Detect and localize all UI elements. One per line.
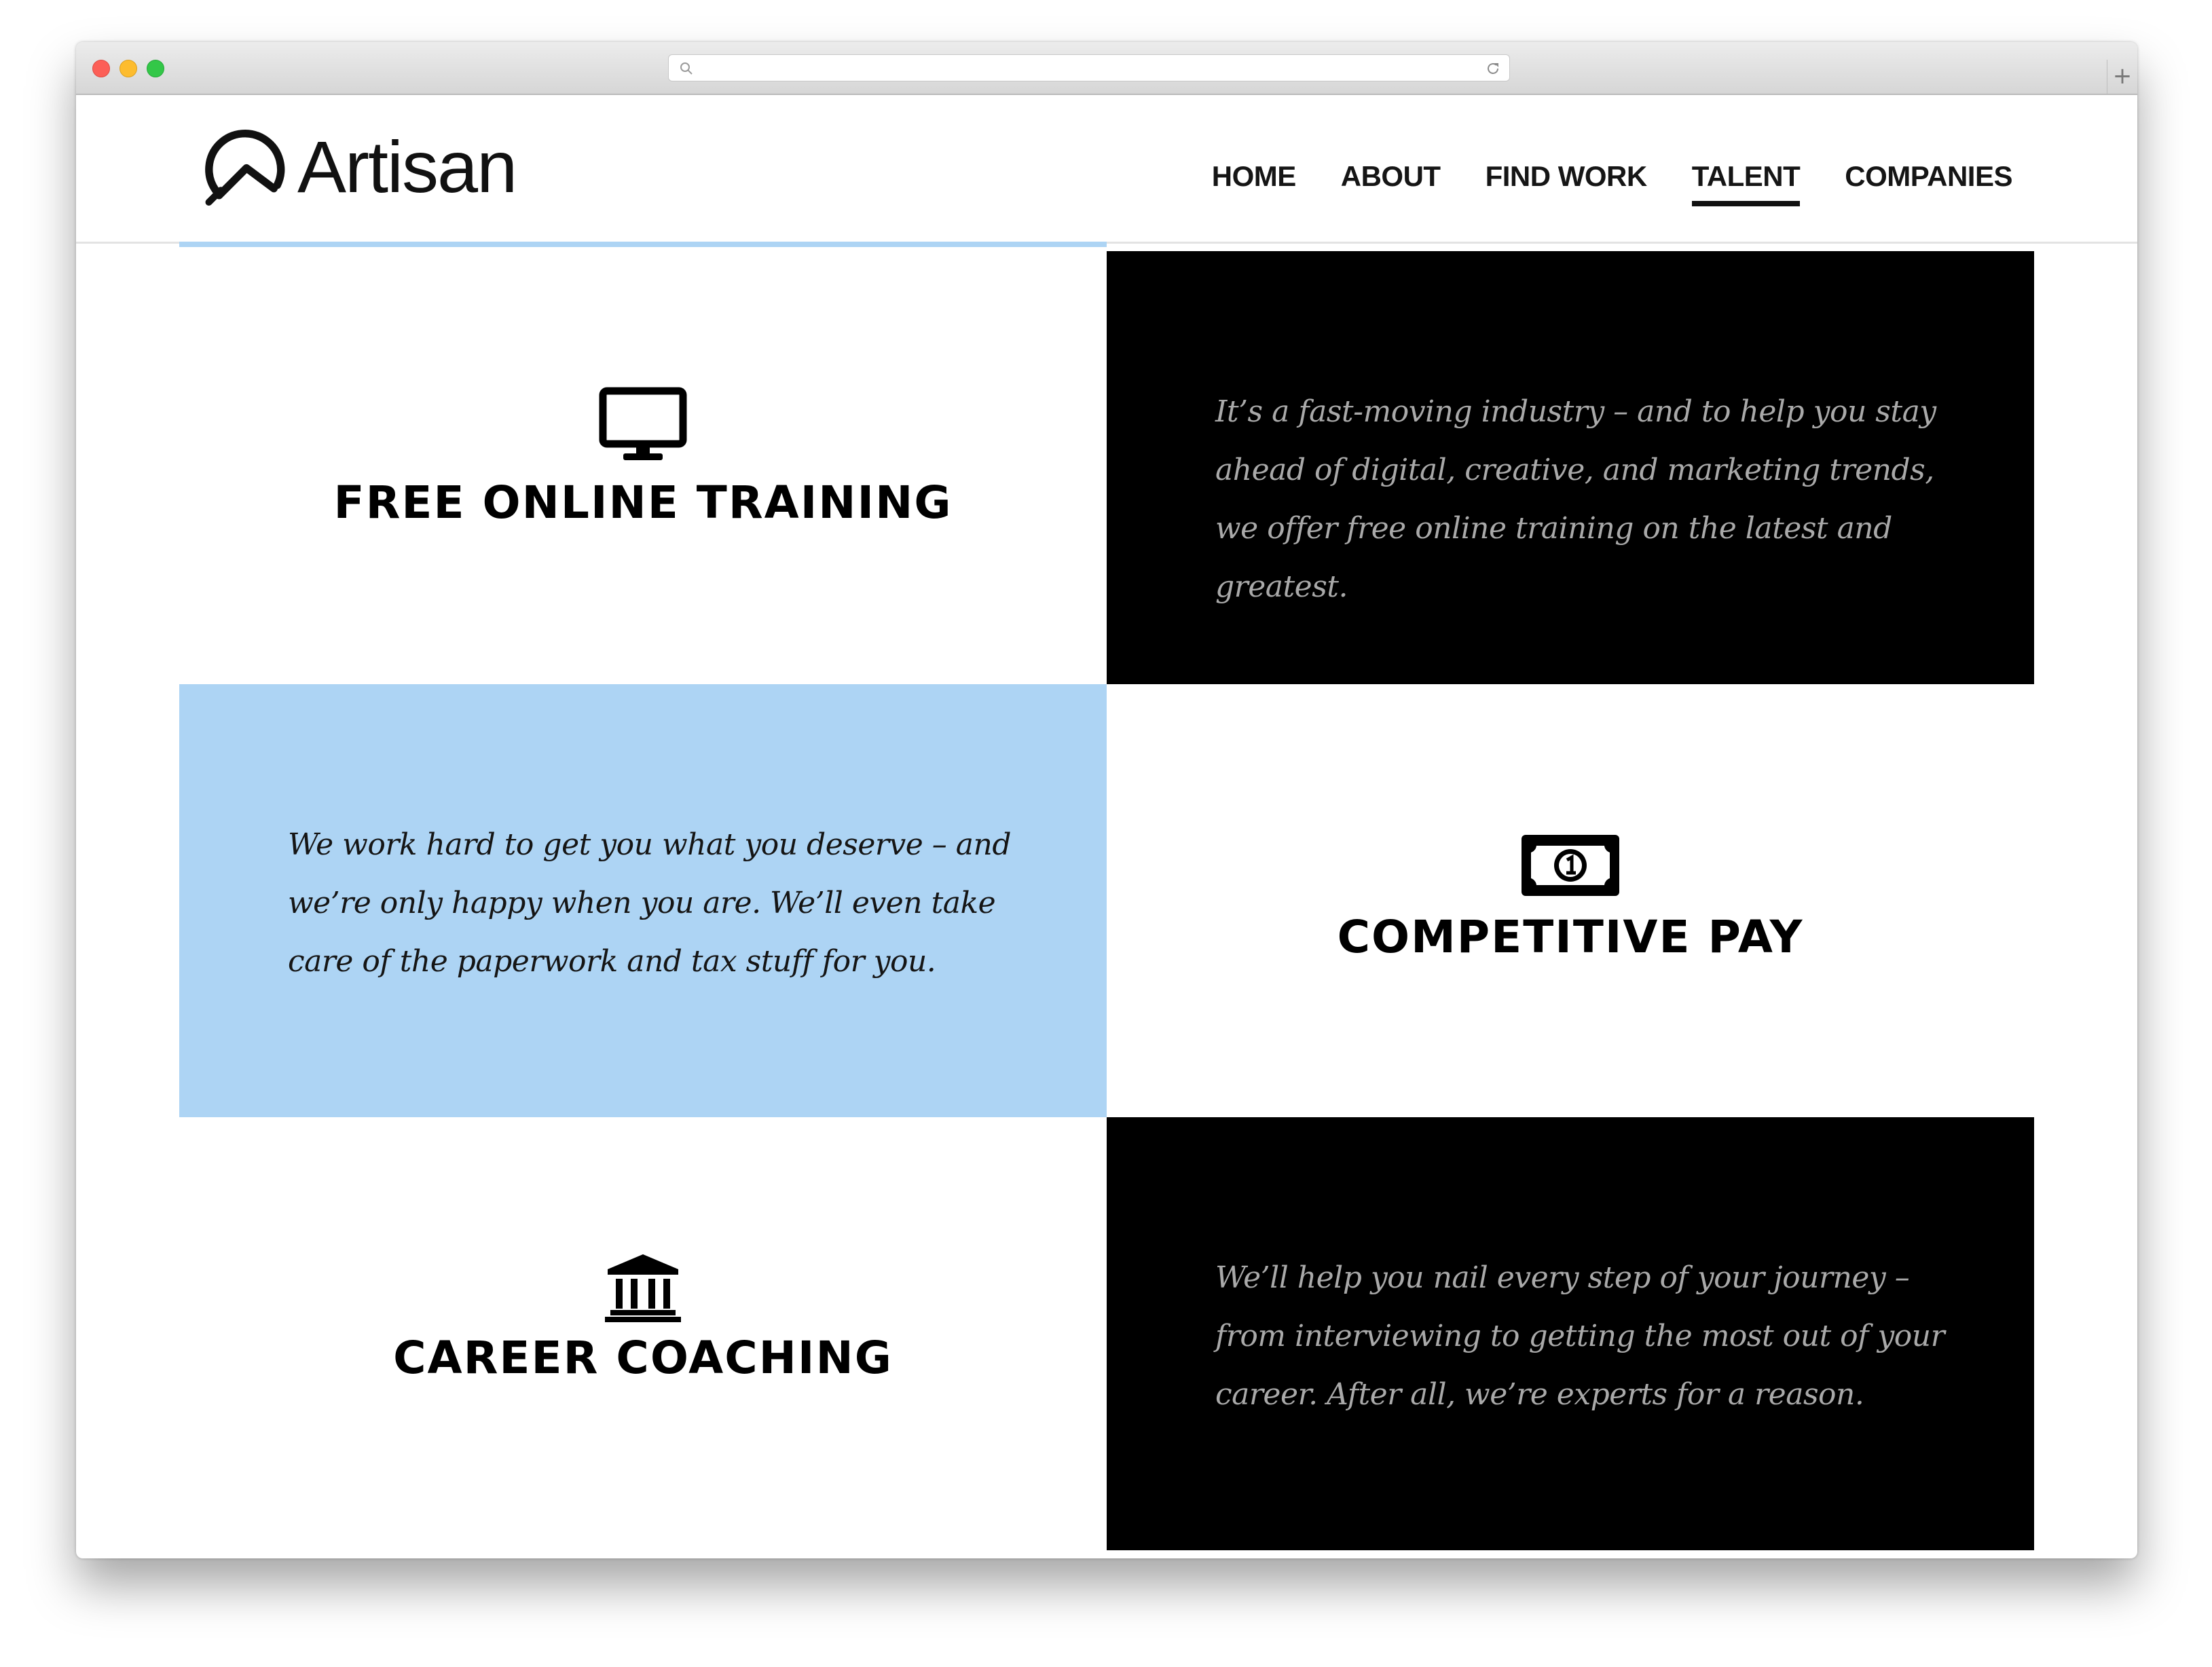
zoom-window-button[interactable]: [147, 60, 164, 77]
artisan-logo-icon: [205, 130, 285, 206]
feature-description-panel: We’ll help you nail every step of your j…: [1107, 1117, 2034, 1550]
feature-row-coaching: CAREER COACHING We’ll help you nail ever…: [179, 1117, 2034, 1550]
feature-card-training: FREE ONLINE TRAINING: [179, 251, 1107, 684]
nav-companies[interactable]: COMPANIES: [1845, 160, 2012, 206]
feature-title: COMPETITIVE PAY: [1337, 911, 1804, 963]
feature-card-coaching: CAREER COACHING: [179, 1117, 1107, 1550]
feature-row-pay: We work hard to get you what you deserve…: [179, 684, 2034, 1117]
main-nav: HOME ABOUT FIND WORK TALENT COMPANIES: [1212, 160, 2012, 206]
feature-row-training: FREE ONLINE TRAINING It’s a fast-moving …: [179, 251, 2034, 684]
nav-home[interactable]: HOME: [1212, 160, 1297, 206]
feature-description: We’ll help you nail every step of your j…: [1215, 1260, 1945, 1412]
feature-title: CAREER COACHING: [393, 1332, 893, 1384]
accent-strip: [179, 242, 1107, 247]
close-window-button[interactable]: [92, 60, 110, 77]
feature-description-panel: It’s a fast-moving industry – and to hel…: [1107, 251, 2034, 684]
feature-description: It’s a fast-moving industry – and to hel…: [1215, 394, 1936, 604]
address-bar[interactable]: [668, 54, 1510, 81]
feature-card-pay: COMPETITIVE PAY: [1107, 684, 2034, 1117]
browser-titlebar: +: [76, 42, 2137, 95]
institution-icon: [605, 1254, 681, 1322]
monitor-icon: [599, 387, 687, 460]
search-icon: [680, 62, 693, 75]
reload-icon[interactable]: [1485, 60, 1501, 77]
new-tab-button[interactable]: +: [2107, 60, 2137, 94]
page-background: + Artisan HOME ABOUT FIND WORK TALENT CO…: [0, 0, 2212, 1667]
dollar-bill-icon: [1522, 835, 1619, 896]
feature-description-panel: We work hard to get you what you deserve…: [179, 684, 1107, 1117]
minimize-window-button[interactable]: [119, 60, 137, 77]
nav-find-work[interactable]: FIND WORK: [1486, 160, 1648, 206]
site-header: Artisan HOME ABOUT FIND WORK TALENT COMP…: [76, 95, 2137, 244]
nav-about[interactable]: ABOUT: [1341, 160, 1441, 206]
artisan-logo[interactable]: Artisan: [204, 122, 517, 210]
logo-text: Artisan: [297, 125, 517, 208]
browser-window: + Artisan HOME ABOUT FIND WORK TALENT CO…: [76, 42, 2137, 1558]
feature-title: FREE ONLINE TRAINING: [333, 476, 953, 529]
feature-description: We work hard to get you what you deserve…: [288, 827, 1012, 979]
nav-talent[interactable]: TALENT: [1691, 160, 1801, 206]
